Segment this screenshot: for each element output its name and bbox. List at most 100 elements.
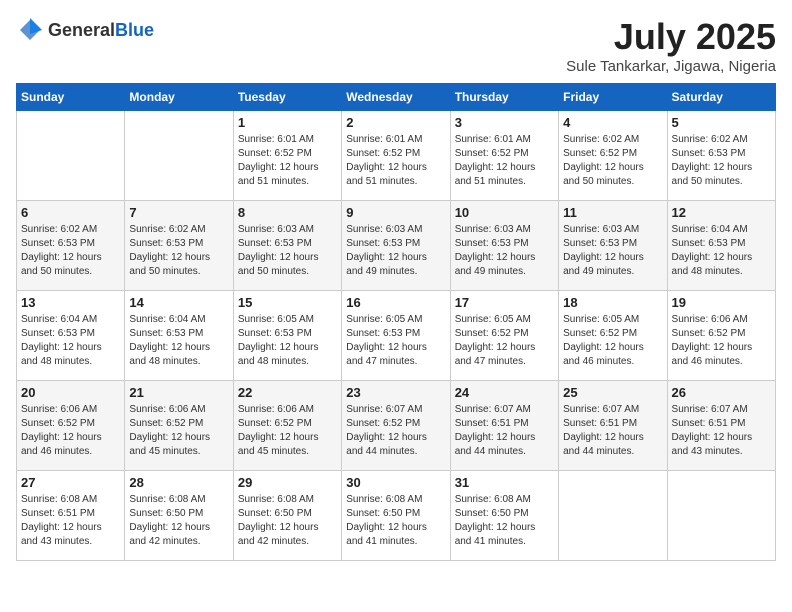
day-number: 6 xyxy=(21,205,120,220)
calendar-week-3: 13 Sunrise: 6:04 AMSunset: 6:53 PMDayligh… xyxy=(17,291,776,381)
calendar-cell: 7 Sunrise: 6:02 AMSunset: 6:53 PMDaylight… xyxy=(125,201,233,291)
day-number: 1 xyxy=(238,115,337,130)
day-info: Sunrise: 6:06 AMSunset: 6:52 PMDaylight:… xyxy=(672,313,771,369)
weekday-header-monday: Monday xyxy=(125,84,233,111)
day-number: 4 xyxy=(563,115,662,130)
calendar-cell: 25 Sunrise: 6:07 AMSunset: 6:51 PMDayligh… xyxy=(559,381,667,471)
calendar-cell: 18 Sunrise: 6:05 AMSunset: 6:52 PMDayligh… xyxy=(559,291,667,381)
day-info: Sunrise: 6:04 AMSunset: 6:53 PMDaylight:… xyxy=(21,313,120,369)
day-number: 5 xyxy=(672,115,771,130)
logo: GeneralBlue xyxy=(16,16,154,44)
day-info: Sunrise: 6:08 AMSunset: 6:50 PMDaylight:… xyxy=(346,493,445,549)
day-info: Sunrise: 6:05 AMSunset: 6:52 PMDaylight:… xyxy=(563,313,662,369)
calendar-cell: 15 Sunrise: 6:05 AMSunset: 6:53 PMDayligh… xyxy=(233,291,341,381)
calendar-cell: 26 Sunrise: 6:07 AMSunset: 6:51 PMDayligh… xyxy=(667,381,775,471)
day-number: 24 xyxy=(455,385,554,400)
calendar-cell: 1 Sunrise: 6:01 AMSunset: 6:52 PMDaylight… xyxy=(233,111,341,201)
logo-blue-text: Blue xyxy=(115,20,154,40)
day-info: Sunrise: 6:02 AMSunset: 6:53 PMDaylight:… xyxy=(129,223,228,279)
generalblue-logo-icon xyxy=(16,16,44,44)
day-number: 31 xyxy=(455,475,554,490)
day-info: Sunrise: 6:01 AMSunset: 6:52 PMDaylight:… xyxy=(455,133,554,189)
calendar-body: 1 Sunrise: 6:01 AMSunset: 6:52 PMDaylight… xyxy=(17,111,776,561)
calendar-cell: 11Sunrise: 6:03 AMSunset: 6:53 PMDayligh… xyxy=(559,201,667,291)
calendar-cell: 19 Sunrise: 6:06 AMSunset: 6:52 PMDayligh… xyxy=(667,291,775,381)
day-number: 14 xyxy=(129,295,228,310)
calendar-cell: 10 Sunrise: 6:03 AMSunset: 6:53 PMDayligh… xyxy=(450,201,558,291)
day-number: 18 xyxy=(563,295,662,310)
weekday-header-row: SundayMondayTuesdayWednesdayThursdayFrid… xyxy=(17,84,776,111)
calendar-cell: 3 Sunrise: 6:01 AMSunset: 6:52 PMDaylight… xyxy=(450,111,558,201)
day-info: Sunrise: 6:05 AMSunset: 6:53 PMDaylight:… xyxy=(238,313,337,369)
calendar-cell: 20 Sunrise: 6:06 AMSunset: 6:52 PMDayligh… xyxy=(17,381,125,471)
calendar-cell xyxy=(559,471,667,561)
day-info: Sunrise: 6:05 AMSunset: 6:53 PMDaylight:… xyxy=(346,313,445,369)
calendar-table: SundayMondayTuesdayWednesdayThursdayFrid… xyxy=(16,83,776,561)
weekday-header-wednesday: Wednesday xyxy=(342,84,450,111)
calendar-week-4: 20 Sunrise: 6:06 AMSunset: 6:52 PMDayligh… xyxy=(17,381,776,471)
page-header: GeneralBlue July 2025 Sule Tankarkar, Ji… xyxy=(16,16,776,75)
calendar-cell: 5Sunrise: 6:02 AMSunset: 6:53 PMDaylight… xyxy=(667,111,775,201)
day-info: Sunrise: 6:07 AMSunset: 6:51 PMDaylight:… xyxy=(672,403,771,459)
day-info: Sunrise: 6:07 AMSunset: 6:51 PMDaylight:… xyxy=(455,403,554,459)
day-info: Sunrise: 6:08 AMSunset: 6:51 PMDaylight:… xyxy=(21,493,120,549)
calendar-cell: 28Sunrise: 6:08 AMSunset: 6:50 PMDayligh… xyxy=(125,471,233,561)
weekday-header-saturday: Saturday xyxy=(667,84,775,111)
day-info: Sunrise: 6:08 AMSunset: 6:50 PMDaylight:… xyxy=(455,493,554,549)
day-number: 25 xyxy=(563,385,662,400)
calendar-cell: 23 Sunrise: 6:07 AMSunset: 6:52 PMDayligh… xyxy=(342,381,450,471)
day-number: 7 xyxy=(129,205,228,220)
calendar-cell: 6 Sunrise: 6:02 AMSunset: 6:53 PMDaylight… xyxy=(17,201,125,291)
weekday-header-sunday: Sunday xyxy=(17,84,125,111)
calendar-cell xyxy=(125,111,233,201)
day-number: 19 xyxy=(672,295,771,310)
calendar-cell: 31 Sunrise: 6:08 AMSunset: 6:50 PMDayligh… xyxy=(450,471,558,561)
day-number: 15 xyxy=(238,295,337,310)
day-info: Sunrise: 6:02 AMSunset: 6:52 PMDaylight:… xyxy=(563,133,662,189)
day-info: Sunrise: 6:07 AMSunset: 6:52 PMDaylight:… xyxy=(346,403,445,459)
day-number: 13 xyxy=(21,295,120,310)
calendar-cell: 16Sunrise: 6:05 AMSunset: 6:53 PMDayligh… xyxy=(342,291,450,381)
day-number: 26 xyxy=(672,385,771,400)
day-number: 17 xyxy=(455,295,554,310)
calendar-cell: 13 Sunrise: 6:04 AMSunset: 6:53 PMDayligh… xyxy=(17,291,125,381)
day-info: Sunrise: 6:02 AMSunset: 6:53 PMDaylight:… xyxy=(21,223,120,279)
weekday-header-tuesday: Tuesday xyxy=(233,84,341,111)
calendar-cell: 22 Sunrise: 6:06 AMSunset: 6:52 PMDayligh… xyxy=(233,381,341,471)
day-info: Sunrise: 6:06 AMSunset: 6:52 PMDaylight:… xyxy=(21,403,120,459)
month-title: July 2025 xyxy=(566,16,776,58)
day-info: Sunrise: 6:04 AMSunset: 6:53 PMDaylight:… xyxy=(672,223,771,279)
day-info: Sunrise: 6:01 AMSunset: 6:52 PMDaylight:… xyxy=(238,133,337,189)
day-info: Sunrise: 6:01 AMSunset: 6:52 PMDaylight:… xyxy=(346,133,445,189)
calendar-cell: 24 Sunrise: 6:07 AMSunset: 6:51 PMDayligh… xyxy=(450,381,558,471)
calendar-cell: 14Sunrise: 6:04 AMSunset: 6:53 PMDayligh… xyxy=(125,291,233,381)
calendar-week-1: 1 Sunrise: 6:01 AMSunset: 6:52 PMDaylight… xyxy=(17,111,776,201)
calendar-cell: 2 Sunrise: 6:01 AMSunset: 6:52 PMDaylight… xyxy=(342,111,450,201)
day-number: 28 xyxy=(129,475,228,490)
day-info: Sunrise: 6:06 AMSunset: 6:52 PMDaylight:… xyxy=(129,403,228,459)
location-title: Sule Tankarkar, Jigawa, Nigeria xyxy=(566,58,776,75)
day-number: 22 xyxy=(238,385,337,400)
calendar-cell: 29Sunrise: 6:08 AMSunset: 6:50 PMDayligh… xyxy=(233,471,341,561)
day-number: 12 xyxy=(672,205,771,220)
weekday-header-friday: Friday xyxy=(559,84,667,111)
title-area: July 2025 Sule Tankarkar, Jigawa, Nigeri… xyxy=(566,16,776,75)
day-number: 8 xyxy=(238,205,337,220)
calendar-cell: 21 Sunrise: 6:06 AMSunset: 6:52 PMDayligh… xyxy=(125,381,233,471)
day-number: 23 xyxy=(346,385,445,400)
day-number: 9 xyxy=(346,205,445,220)
day-info: Sunrise: 6:07 AMSunset: 6:51 PMDaylight:… xyxy=(563,403,662,459)
calendar-week-5: 27Sunrise: 6:08 AMSunset: 6:51 PMDayligh… xyxy=(17,471,776,561)
calendar-cell: 30Sunrise: 6:08 AMSunset: 6:50 PMDayligh… xyxy=(342,471,450,561)
day-number: 20 xyxy=(21,385,120,400)
day-info: Sunrise: 6:03 AMSunset: 6:53 PMDaylight:… xyxy=(455,223,554,279)
day-number: 21 xyxy=(129,385,228,400)
day-number: 10 xyxy=(455,205,554,220)
day-number: 3 xyxy=(455,115,554,130)
calendar-cell xyxy=(667,471,775,561)
weekday-header-thursday: Thursday xyxy=(450,84,558,111)
day-info: Sunrise: 6:06 AMSunset: 6:52 PMDaylight:… xyxy=(238,403,337,459)
day-info: Sunrise: 6:08 AMSunset: 6:50 PMDaylight:… xyxy=(238,493,337,549)
calendar-cell: 9Sunrise: 6:03 AMSunset: 6:53 PMDaylight… xyxy=(342,201,450,291)
day-number: 2 xyxy=(346,115,445,130)
